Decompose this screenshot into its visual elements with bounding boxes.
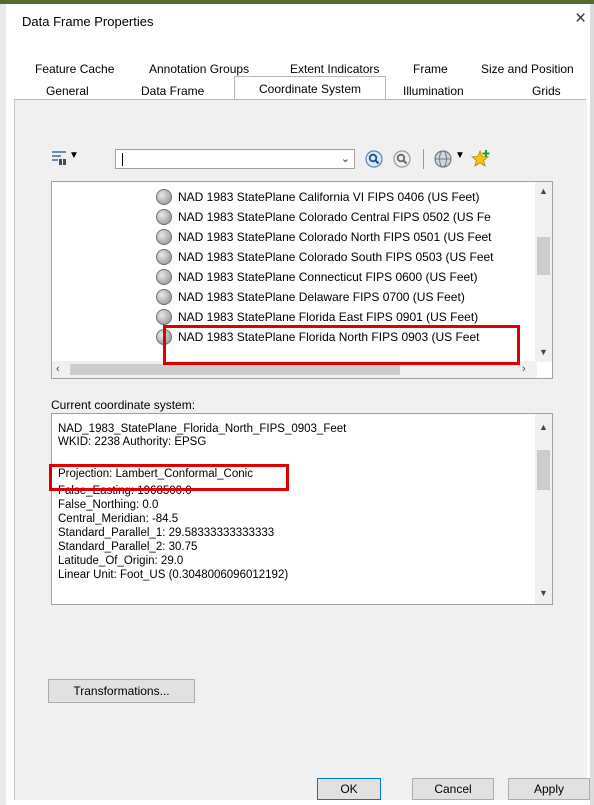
globe-dropdown-icon[interactable]: ▼ [455, 150, 465, 161]
clear-search-icon[interactable] [392, 149, 412, 169]
window-left-edge [0, 4, 6, 805]
list-item[interactable]: NAD 1983 StatePlane Colorado South FIPS … [156, 247, 494, 266]
scroll-up-icon[interactable]: ▲ [539, 186, 548, 196]
projection-highlight [49, 464, 289, 491]
globe-icon [156, 208, 172, 225]
apply-button[interactable]: Apply [508, 778, 590, 800]
scroll-thumb[interactable] [537, 450, 550, 490]
tab-general[interactable]: General [46, 84, 89, 98]
scroll-up-icon[interactable]: ▲ [539, 422, 548, 432]
globe-icon[interactable] [433, 149, 453, 169]
scroll-down-icon[interactable]: ▼ [539, 347, 548, 357]
filter-dropdown-icon[interactable]: ▼ [69, 150, 79, 161]
scroll-thumb[interactable] [537, 237, 550, 275]
scroll-down-icon[interactable]: ▼ [539, 588, 548, 598]
tab-extent-indicators[interactable]: Extent Indicators [290, 62, 379, 76]
cs-detail-line: Linear Unit: Foot_US (0.3048006096012192… [58, 569, 289, 581]
tab-grids[interactable]: Grids [532, 84, 561, 98]
list-item[interactable]: NAD 1983 StatePlane Delaware FIPS 0700 (… [156, 287, 465, 306]
tab-coordinate-system[interactable]: Coordinate System [259, 82, 361, 96]
globe-icon [156, 308, 172, 325]
window-title: Data Frame Properties [22, 14, 154, 29]
list-item[interactable]: NAD 1983 StatePlane Colorado North FIPS … [156, 227, 492, 246]
close-icon[interactable]: × [575, 9, 586, 29]
cs-detail-line: Central_Meridian: -84.5 [58, 513, 179, 525]
cs-detail-line: False_Northing: 0.0 [58, 499, 159, 511]
tab-annotation-groups[interactable]: Annotation Groups [149, 62, 249, 76]
search-icon[interactable] [364, 149, 384, 169]
list-item[interactable]: NAD 1983 StatePlane California VI FIPS 0… [156, 187, 479, 206]
scroll-right-icon[interactable]: › [522, 363, 526, 375]
cs-detail-line: WKID: 2238 Authority: EPSG [58, 436, 207, 448]
add-favorite-icon[interactable] [471, 149, 491, 169]
cancel-button[interactable]: Cancel [412, 778, 494, 800]
globe-icon [156, 228, 172, 245]
tab-data-frame[interactable]: Data Frame [141, 84, 204, 98]
tab-size-and-position[interactable]: Size and Position [481, 62, 574, 76]
globe-icon [156, 248, 172, 265]
cs-detail-line: Standard_Parallel_1: 29.58333333333333 [58, 527, 275, 539]
chevron-down-icon[interactable]: ⌄ [341, 152, 350, 165]
globe-icon [156, 268, 172, 285]
current-cs-details: NAD_1983_StatePlane_Florida_North_FIPS_0… [51, 413, 553, 605]
window-top-accent [0, 0, 594, 4]
search-combo-box[interactable]: ⌄ [115, 149, 355, 169]
toolbar-separator [423, 149, 424, 169]
globe-icon [156, 188, 172, 205]
cs-detail-line: Standard_Parallel_2: 30.75 [58, 541, 198, 553]
cs-detail-line: Latitude_Of_Origin: 29.0 [58, 555, 184, 567]
tab-illumination[interactable]: Illumination [403, 84, 464, 98]
list-item[interactable]: NAD 1983 StatePlane Florida East FIPS 09… [156, 307, 478, 326]
ok-button[interactable]: OK [317, 778, 381, 800]
list-item[interactable]: NAD 1983 StatePlane Colorado Central FIP… [156, 207, 491, 226]
scroll-thumb[interactable] [70, 364, 400, 375]
transformations-button[interactable]: Transformations... [48, 679, 195, 703]
tree-vertical-scrollbar[interactable]: ▲ ▼ [535, 182, 552, 362]
scroll-left-icon[interactable]: ‹ [56, 363, 60, 375]
window-right-edge [590, 4, 594, 805]
tab-frame[interactable]: Frame [413, 62, 448, 76]
tab-feature-cache[interactable]: Feature Cache [35, 62, 114, 76]
list-item[interactable]: NAD 1983 StatePlane Connecticut FIPS 060… [156, 267, 478, 286]
globe-icon [156, 288, 172, 305]
current-cs-label: Current coordinate system: [51, 398, 196, 412]
cs-detail-line: NAD_1983_StatePlane_Florida_North_FIPS_0… [58, 423, 347, 435]
selected-item-highlight [163, 325, 520, 365]
text-cursor [122, 153, 123, 166]
filter-icon[interactable] [51, 150, 67, 166]
details-vertical-scrollbar[interactable]: ▲ ▼ [535, 414, 552, 604]
